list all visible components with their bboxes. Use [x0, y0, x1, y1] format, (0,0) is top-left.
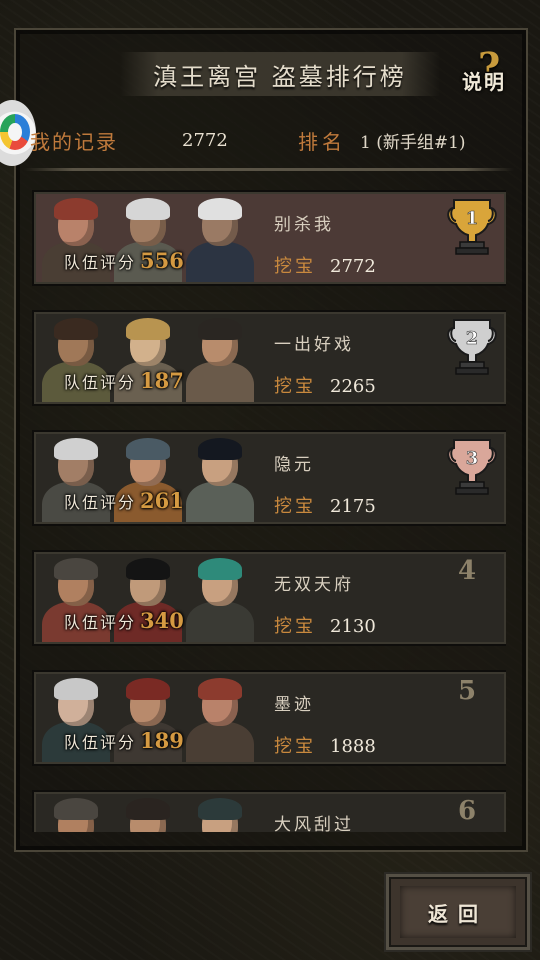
leaderboard-entry[interactable]: 队伍评分 340 无双天府挖宝 2130 4: [32, 550, 506, 646]
title-banner: 滇王离宫 盗墓排行榜: [120, 52, 440, 96]
team-score-label: 队伍评分: [64, 493, 137, 512]
team-score-label: 队伍评分: [64, 373, 137, 392]
back-button[interactable]: 返回: [384, 872, 532, 952]
leaderboard-entry[interactable]: 队伍评分 189 墨迹挖宝 1888 5: [32, 670, 506, 766]
team-score: 队伍评分 340: [64, 608, 184, 638]
dig-value: 2175: [330, 496, 376, 517]
dig-score: 挖宝 2265: [274, 372, 376, 398]
page-title: 滇王离宫 盗墓排行榜: [153, 62, 407, 91]
player-name: 墨迹: [274, 695, 314, 715]
character-portrait: [182, 438, 258, 522]
silver-trophy-icon: 2: [444, 314, 500, 376]
player-name: 隐元: [274, 455, 314, 475]
dig-label: 挖宝: [274, 256, 316, 277]
rank-label: 排名: [298, 129, 346, 154]
rank-number: 4: [458, 556, 477, 586]
team-score: 队伍评分 189: [64, 728, 184, 758]
dig-label: 挖宝: [274, 736, 316, 757]
dig-score: 挖宝 1888: [274, 732, 376, 758]
player-name: 别杀我: [274, 215, 334, 235]
character-portrait: [182, 678, 258, 762]
dig-label: 挖宝: [274, 496, 316, 517]
dig-score: 挖宝 2130: [274, 612, 376, 638]
dig-value: 2130: [330, 616, 376, 637]
team-score-value: 189: [140, 728, 184, 753]
team-score: 队伍评分 187: [64, 368, 184, 398]
leaderboard-list[interactable]: 队伍评分 556 别杀我 挖宝 2772 1 队伍评分 187 一出好戏 挖宝 2265 2 队伍评分 2…: [32, 190, 506, 832]
dig-value: 2265: [330, 376, 376, 397]
rank-value: 1 (新手组#1): [360, 132, 466, 153]
rank-number: 5: [458, 676, 477, 706]
player-name: 大风刮过: [274, 815, 354, 832]
help-label: 说明: [462, 70, 506, 94]
character-portrait: [110, 798, 186, 832]
bronze-trophy-icon: 3: [444, 434, 500, 496]
rank-number: 6: [458, 796, 477, 826]
character-portrait: [182, 318, 258, 402]
leaderboard-entry[interactable]: 大风刮过 6: [32, 790, 506, 832]
character-portrait: [38, 798, 114, 832]
dig-label: 挖宝: [274, 376, 316, 397]
character-portrait: [182, 798, 258, 832]
my-record-label: 我的记录: [30, 129, 118, 154]
dig-label: 挖宝: [274, 616, 316, 637]
team-score-value: 261: [140, 488, 184, 513]
team-score-label: 队伍评分: [64, 253, 137, 272]
player-name: 无双天府: [274, 575, 354, 595]
team-portraits: [38, 794, 262, 832]
team-score: 队伍评分 261: [64, 488, 184, 518]
dig-value: 2772: [330, 256, 376, 277]
dig-value: 1888: [330, 736, 376, 757]
dig-score: 挖宝 2772: [274, 252, 376, 278]
svg-text:2: 2: [466, 328, 479, 349]
leaderboard-entry[interactable]: 队伍评分 187 一出好戏挖宝 2265 2: [32, 310, 506, 406]
player-name: 一出好戏: [274, 335, 354, 355]
team-score-value: 340: [140, 608, 184, 633]
my-record-row: 我的记录 2772 排名 1 (新手组#1): [30, 120, 500, 160]
back-button-label: 返回: [428, 901, 488, 926]
svg-text:1: 1: [466, 208, 479, 229]
team-score-value: 556: [140, 248, 184, 273]
team-score-label: 队伍评分: [64, 613, 137, 632]
help-button[interactable]: ? 说明: [460, 44, 520, 98]
dig-score: 挖宝 2175: [274, 492, 376, 518]
divider: [24, 168, 514, 171]
team-score-value: 187: [140, 368, 184, 393]
team-score: 队伍评分 556: [64, 248, 184, 278]
leaderboard-entry[interactable]: 队伍评分 261 隐元挖宝 2175 3: [32, 430, 506, 526]
character-portrait: [182, 558, 258, 642]
my-record-score: 2772: [182, 129, 228, 151]
back-button-face: 返回: [400, 886, 516, 938]
gold-trophy-icon: 1: [444, 194, 500, 256]
svg-text:3: 3: [466, 448, 479, 469]
team-score-label: 队伍评分: [64, 733, 137, 752]
character-portrait: [182, 198, 258, 282]
leaderboard-entry[interactable]: 队伍评分 556 别杀我挖宝 2772 1: [32, 190, 506, 286]
logo-ring-icon: [0, 114, 30, 150]
